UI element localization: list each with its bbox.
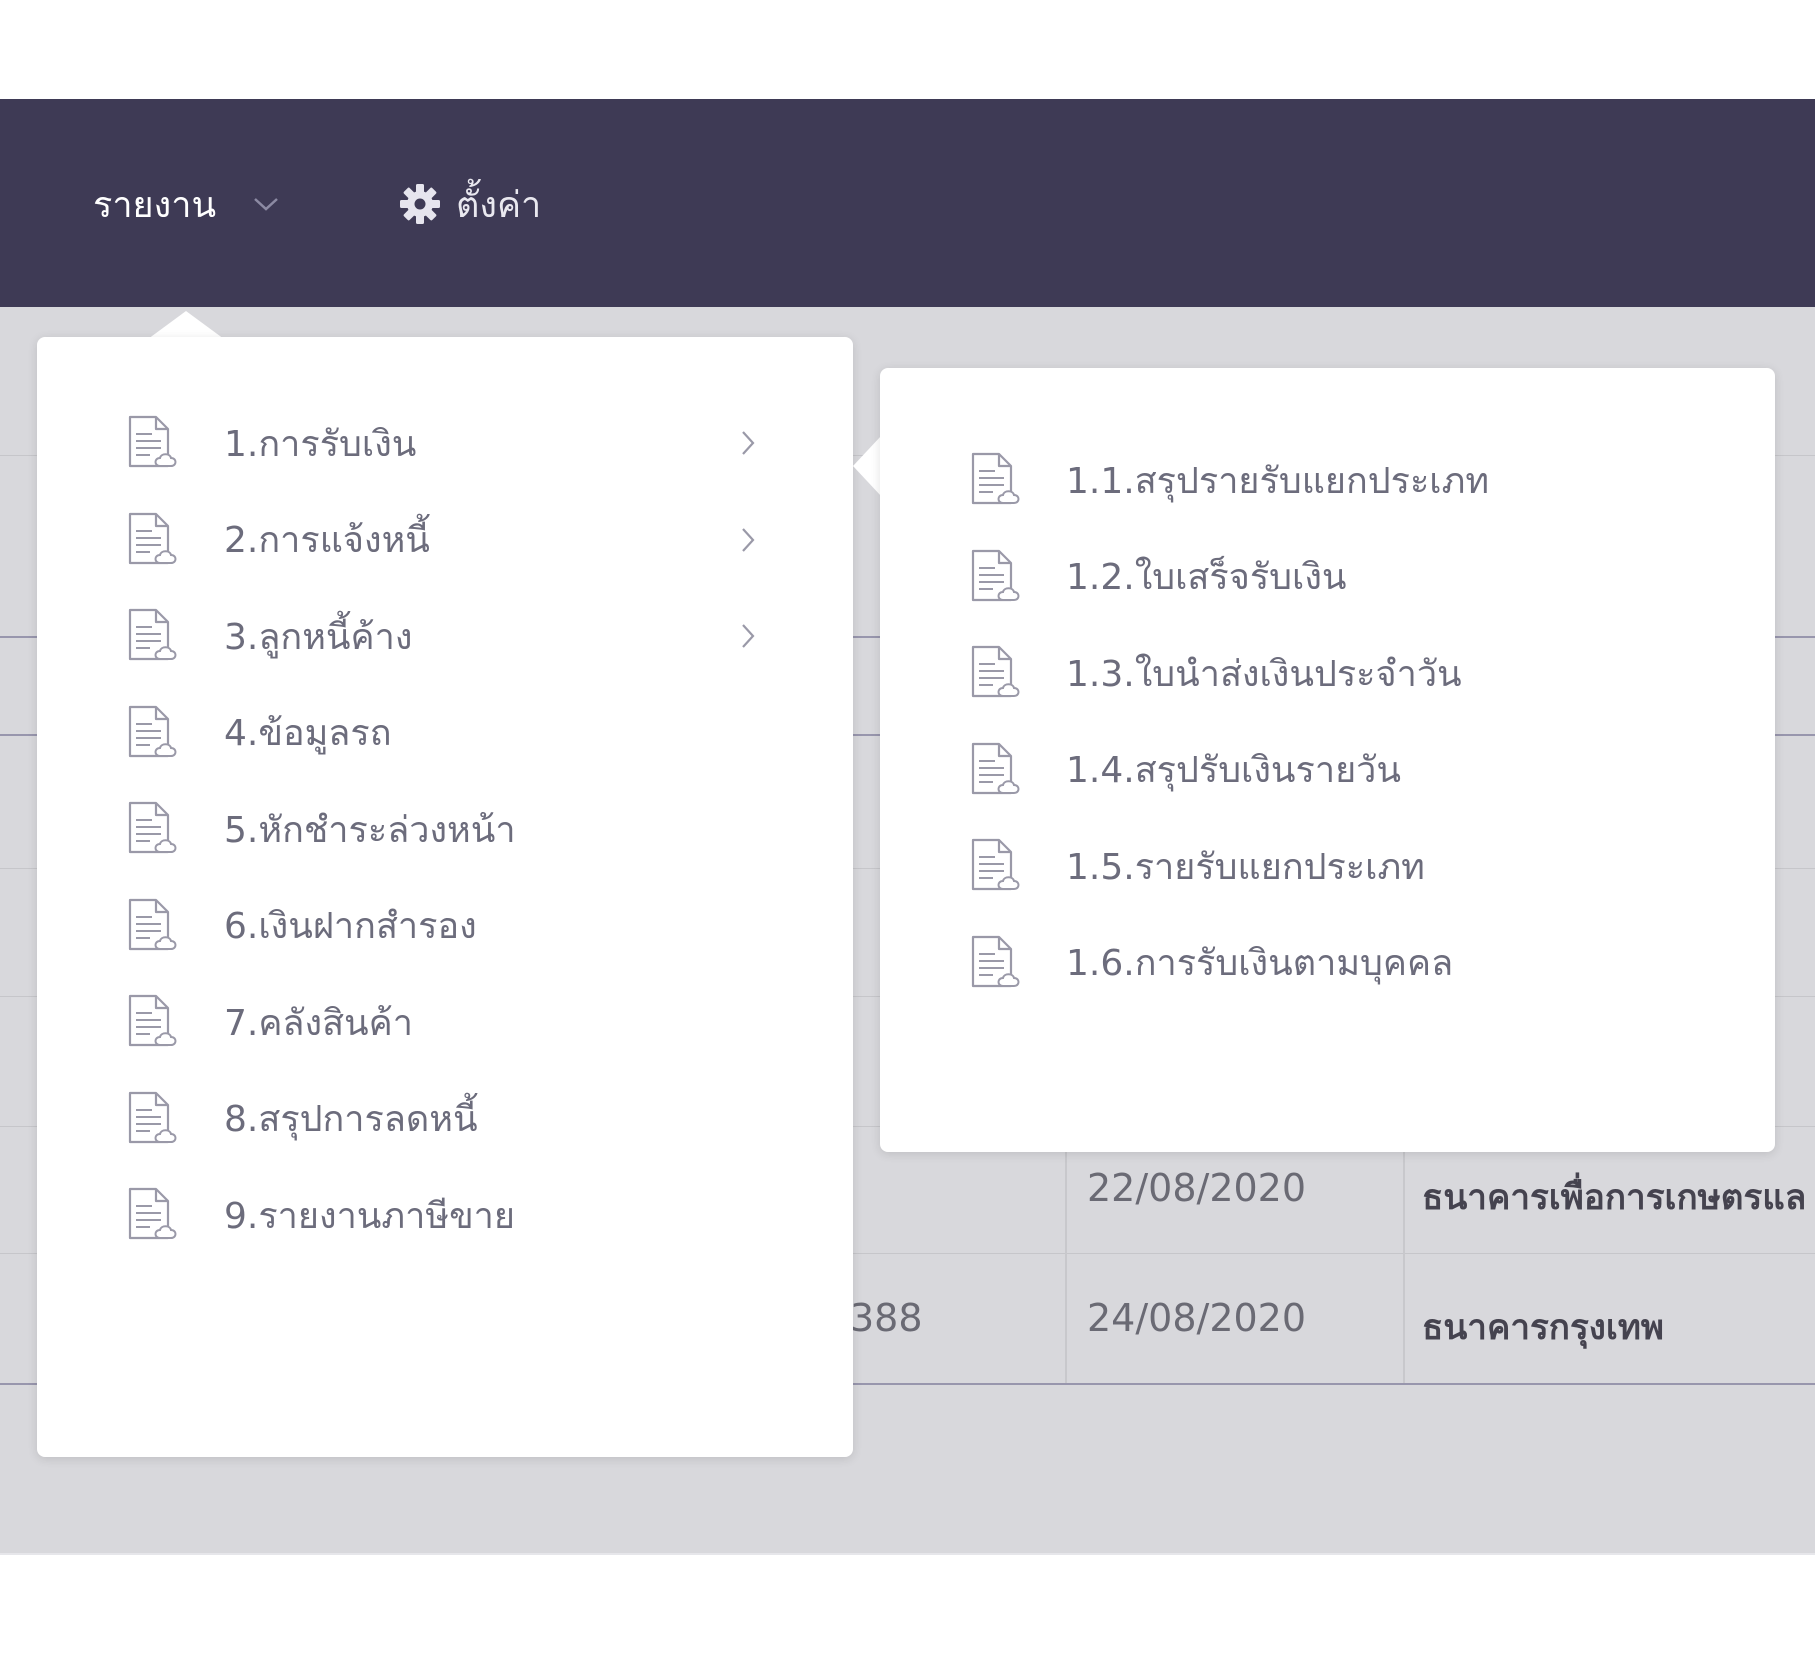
report-menu-item-label: 7.คลังสินค้า: [224, 1002, 413, 1044]
report-menu-item[interactable]: 9.รายงานภาษีขาย: [37, 1169, 853, 1261]
document-icon: [128, 801, 177, 854]
submenu-item[interactable]: 1.1.สรุปรายรับแยกประเภท: [880, 434, 1775, 526]
submenu-item[interactable]: 1.5.รายรับแยกประเภท: [880, 820, 1775, 912]
document-icon: [971, 935, 1020, 987]
column-divider: [1065, 1126, 1067, 1383]
nav-settings-label: ตั้งค่า: [456, 184, 542, 226]
report-menu-item[interactable]: 6.เงินฝากสำรอง: [37, 880, 853, 972]
dropdown-caret: [148, 311, 224, 339]
footer-area: [0, 1555, 1815, 1654]
document-icon: [128, 994, 177, 1047]
report-menu-item-label: 6.เงินฝากสำรอง: [224, 906, 477, 947]
document-icon: [971, 742, 1020, 794]
chevron-right-icon: [742, 624, 755, 648]
submenu-item-label: 1.6.การรับเงินตามบุคคล: [1066, 943, 1454, 984]
document-icon: [128, 1091, 177, 1143]
chevron-right-icon: [742, 527, 755, 552]
report-menu-item-label: 2.การแจ้งหนี้: [224, 520, 430, 561]
submenu-item[interactable]: 1.4.สรุปรับเงินรายวัน: [880, 724, 1775, 816]
report-menu-item[interactable]: 4.ข้อมูลรถ: [37, 687, 853, 779]
submenu-item[interactable]: 1.6.การรับเงินตามบุคคล: [880, 917, 1775, 1009]
report-menu-item-label: 3.ลูกหนี้ค้าง: [224, 616, 413, 658]
report-menu-item[interactable]: 8.สรุปการลดหนี้: [37, 1073, 853, 1165]
nav-settings[interactable]: ตั้งค่า: [398, 176, 541, 232]
document-icon: [128, 415, 177, 468]
report-menu-item-label: 1.การรับเงิน: [224, 423, 417, 465]
submenu-item-label: 1.2.ใบเสร็จรับเงิน: [1066, 557, 1347, 598]
nav-reports-menu[interactable]: รายงาน: [93, 176, 280, 232]
document-icon: [128, 512, 177, 564]
submenu-item[interactable]: 1.3.ใบนำส่งเงินประจำวัน: [880, 627, 1775, 719]
nav-reports-label: รายงาน: [93, 184, 217, 226]
table-cell-date: 24/08/2020: [1087, 1296, 1307, 1340]
document-icon: [128, 705, 177, 757]
report-menu-item[interactable]: 2.การแจ้งหนี้: [37, 494, 853, 586]
report-menu-item[interactable]: 5.หักชำระล่วงหน้า: [37, 783, 853, 875]
document-icon: [971, 549, 1020, 601]
gear-icon: [400, 184, 440, 224]
report-menu-item[interactable]: 1.การรับเงิน: [37, 397, 853, 489]
document-icon: [971, 645, 1020, 698]
table-cell-bank: ธนาคารเพื่อการเกษตรแล: [1422, 1178, 1807, 1218]
table-cell-partial: 388: [850, 1296, 923, 1340]
submenu-item-label: 1.5.รายรับแยกประเภท: [1066, 846, 1425, 888]
report-menu-item[interactable]: 7.คลังสินค้า: [37, 976, 853, 1068]
document-icon: [971, 452, 1020, 505]
document-icon: [128, 898, 177, 950]
submenu-item-label: 1.3.ใบนำส่งเงินประจำวัน: [1066, 653, 1462, 695]
column-divider: [1403, 1126, 1405, 1383]
submenu-item[interactable]: 1.2.ใบเสร็จรับเงิน: [880, 531, 1775, 623]
table-cell-date: 22/08/2020: [1087, 1166, 1307, 1210]
document-icon: [971, 838, 1020, 891]
report-menu-item[interactable]: 3.ลูกหนี้ค้าง: [37, 590, 853, 682]
report-menu-item-label: 9.รายงานภาษีขาย: [224, 1195, 515, 1237]
receipts-submenu: 1.1.สรุปรายรับแยกประเภท 1.2.ใบเสร็จรับเงิ…: [880, 368, 1775, 1152]
report-menu-item-label: 4.ข้อมูลรถ: [224, 713, 392, 754]
report-menu-item-label: 8.สรุปการลดหนี้: [224, 1099, 478, 1140]
table-cell-bank: ธนาคารกรุงเทพ: [1422, 1308, 1664, 1348]
submenu-item-label: 1.4.สรุปรับเงินรายวัน: [1066, 750, 1402, 791]
document-icon: [128, 608, 177, 661]
submenu-caret: [853, 436, 881, 496]
reports-dropdown-menu: 1.การรับเงิน 2.การแจ้งหนี้ 3.ลูกหนี้ค้าง 4.…: [37, 337, 853, 1457]
report-menu-item-label: 5.หักชำระล่วงหน้า: [224, 809, 516, 851]
submenu-item-label: 1.1.สรุปรายรับแยกประเภท: [1066, 460, 1490, 502]
document-icon: [128, 1187, 177, 1240]
chevron-right-icon: [742, 431, 755, 455]
chevron-down-icon: [254, 198, 278, 211]
